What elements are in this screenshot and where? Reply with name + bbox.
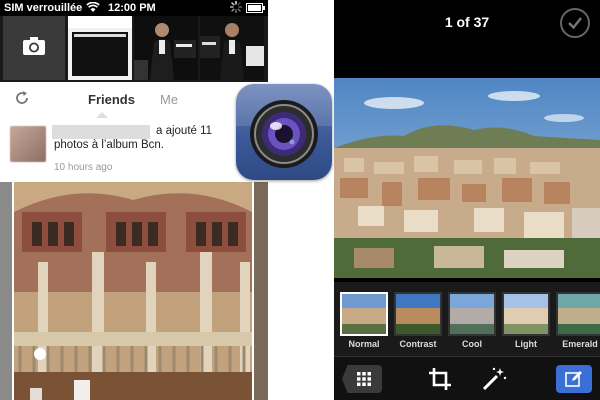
filter-thumbnail — [502, 292, 550, 336]
filter-light[interactable]: Light — [502, 292, 550, 349]
filter-label: Normal — [348, 339, 380, 349]
feed-story[interactable]: a ajouté 11 photos à l’album Bcn. 10 hou… — [0, 118, 268, 180]
story-text: a ajouté 11 photos à l’album Bcn. — [54, 125, 213, 151]
status-bar: SIM verrouillée 12:00 PM — [0, 0, 268, 16]
refresh-icon[interactable] — [14, 90, 30, 106]
clock: 12:00 PM — [108, 2, 156, 14]
done-button[interactable] — [560, 8, 590, 38]
auto-enhance-button[interactable] — [480, 365, 508, 393]
filter-label: Emerald — [562, 339, 598, 349]
checkmark-icon — [567, 15, 583, 36]
filter-thumbnail — [394, 292, 442, 336]
filter-contrast[interactable]: Contrast — [394, 292, 442, 349]
recent-photos-strip — [0, 16, 268, 82]
next-photo-edge — [254, 182, 268, 400]
filter-normal[interactable]: Normal — [340, 292, 388, 349]
edit-caption-button[interactable] — [556, 365, 592, 393]
back-to-grid-button[interactable] — [342, 365, 382, 393]
crop-button[interactable] — [426, 365, 454, 393]
photo-thumbnail[interactable] — [68, 16, 132, 80]
photo-thumbnail[interactable] — [200, 16, 264, 80]
tab-friends[interactable]: Friends — [88, 92, 135, 107]
battery-icon — [246, 3, 266, 16]
filter-thumbnail — [340, 292, 388, 336]
album-photo[interactable] — [14, 182, 252, 400]
edit-icon — [565, 370, 583, 393]
filter-bar: Normal Contrast Cool Light Emerald — [334, 282, 600, 356]
tab-me[interactable]: Me — [160, 92, 178, 107]
facebook-camera-app-icon — [236, 84, 332, 180]
photo-thumbnail[interactable] — [134, 16, 198, 80]
grid-icon — [357, 372, 371, 391]
carrier-label: SIM verrouillée — [4, 2, 83, 14]
filter-cool[interactable]: Cool — [448, 292, 496, 349]
filter-label: Cool — [462, 339, 482, 349]
crop-icon — [426, 368, 454, 397]
magic-wand-icon — [480, 367, 508, 397]
avatar[interactable] — [10, 126, 46, 162]
filter-emerald[interactable]: Emerald — [556, 292, 600, 349]
previous-photo-edge — [0, 182, 12, 400]
right-phone-screen: 1 of 37 Normal Contrast Cool Light Emera… — [334, 0, 600, 400]
filter-label: Light — [515, 339, 537, 349]
feed-tabs: Friends Me — [0, 82, 268, 119]
wifi-icon — [86, 1, 100, 16]
filter-thumbnail — [556, 292, 600, 336]
city-photo[interactable] — [334, 78, 600, 278]
bottom-toolbar — [334, 356, 600, 400]
camera-icon — [23, 36, 45, 60]
story-timestamp: 10 hours ago — [54, 162, 113, 173]
camera-button[interactable] — [3, 16, 65, 80]
left-phone-screen: SIM verrouillée 12:00 PM Friends Me a aj… — [0, 0, 268, 400]
filter-label: Contrast — [399, 339, 437, 349]
activity-spinner-icon — [229, 0, 243, 16]
filter-thumbnail — [448, 292, 496, 336]
